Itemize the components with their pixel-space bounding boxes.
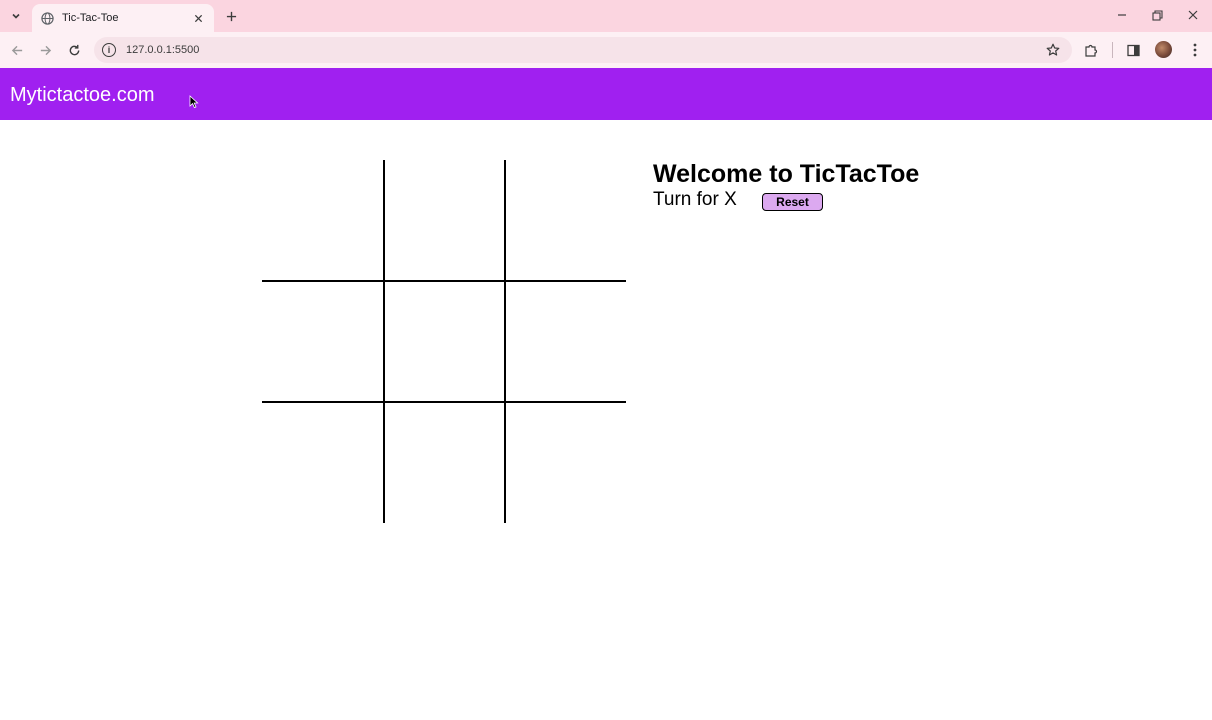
board-cell[interactable]	[384, 403, 504, 523]
address-bar[interactable]: i 127.0.0.1:5500	[94, 37, 1072, 63]
extensions-puzzle-icon[interactable]	[1080, 39, 1102, 61]
minimize-icon[interactable]	[1108, 4, 1136, 26]
browser-toolbar: i 127.0.0.1:5500	[0, 32, 1212, 68]
close-icon[interactable]	[190, 10, 206, 26]
site-brand[interactable]: Mytictactoe.com	[10, 84, 154, 106]
board-cell[interactable]	[262, 403, 382, 523]
turn-indicator: Turn for X	[653, 189, 737, 210]
tab-title: Tic-Tac-Toe	[62, 12, 119, 24]
restore-icon[interactable]	[1143, 4, 1171, 26]
side-panel-icon[interactable]	[1122, 39, 1144, 61]
browser-chrome: Tic-Tac-Toe i 127.0.0.1:5500	[0, 0, 1212, 68]
forward-arrow-icon[interactable]	[34, 39, 56, 61]
bookmark-star-icon[interactable]	[1044, 41, 1062, 59]
board-cell[interactable]	[262, 160, 382, 280]
tab-search-chevron-icon[interactable]	[6, 6, 26, 26]
board-cell[interactable]	[384, 160, 504, 280]
toolbar-divider	[1112, 42, 1113, 58]
site-navbar	[0, 68, 1212, 120]
board-cell[interactable]	[506, 282, 626, 402]
profile-avatar[interactable]	[1155, 41, 1172, 58]
url-text[interactable]: 127.0.0.1:5500	[126, 44, 1044, 56]
site-info-icon[interactable]: i	[102, 43, 116, 57]
more-vertical-icon[interactable]	[1184, 39, 1206, 61]
window-close-icon[interactable]	[1179, 4, 1207, 26]
back-arrow-icon[interactable]	[6, 39, 28, 61]
tab-strip: Tic-Tac-Toe	[0, 0, 1212, 32]
board-cell[interactable]	[384, 282, 504, 402]
browser-tab[interactable]: Tic-Tac-Toe	[32, 4, 214, 32]
globe-icon	[40, 11, 54, 25]
board-cell[interactable]	[506, 160, 626, 280]
reload-icon[interactable]	[63, 39, 85, 61]
page-title: Welcome to TicTacToe	[653, 160, 920, 188]
reset-button[interactable]: Reset	[762, 193, 823, 211]
plus-icon[interactable]	[222, 6, 240, 26]
board-cell[interactable]	[506, 403, 626, 523]
mouse-cursor-icon	[189, 95, 199, 109]
tictactoe-board	[262, 160, 626, 523]
board-cell[interactable]	[262, 282, 382, 402]
